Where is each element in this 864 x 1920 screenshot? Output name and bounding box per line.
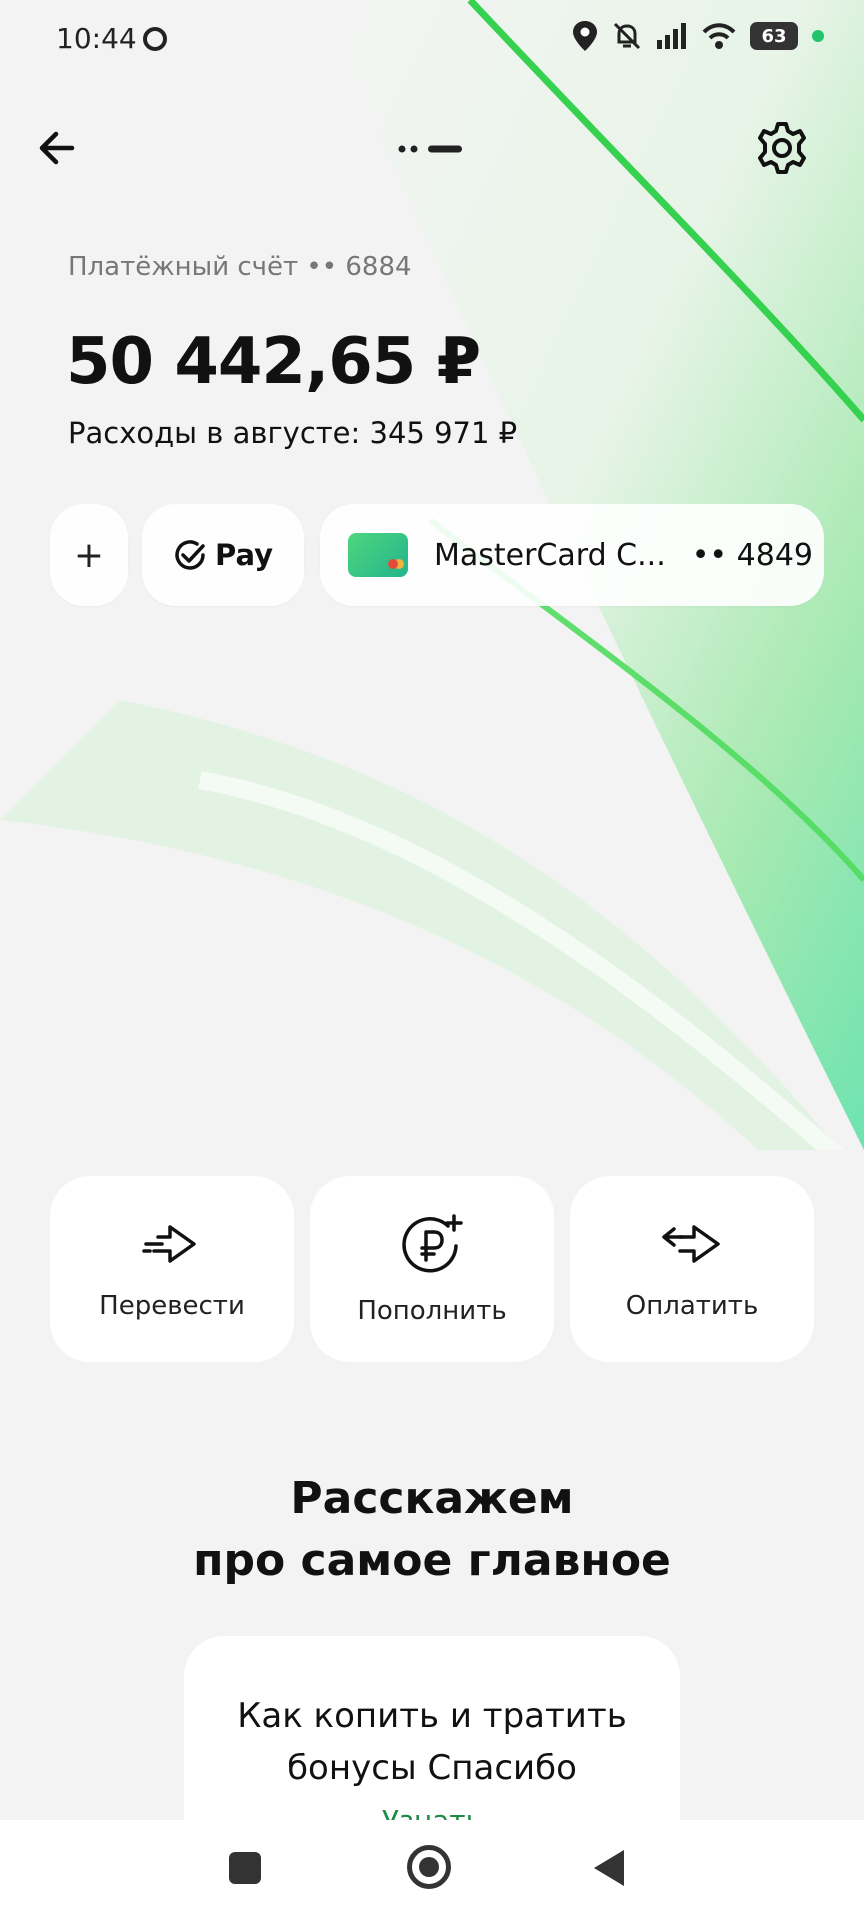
bell-off-icon: [613, 22, 641, 50]
account-label: Платёжный счёт •• 6884: [68, 252, 412, 282]
pay-action-button[interactable]: Оплатить: [570, 1176, 814, 1362]
location-icon: [573, 21, 597, 51]
card-name: MasterCard C...: [434, 537, 666, 573]
add-card-button[interactable]: +: [50, 504, 128, 606]
transfer-button[interactable]: Перевести: [50, 1176, 294, 1362]
wifi-icon: [702, 23, 736, 49]
topup-button[interactable]: Пополнить: [310, 1176, 554, 1362]
section-title: Расскажем про самое главное: [0, 1468, 864, 1592]
recent-apps-icon[interactable]: [229, 1852, 261, 1884]
privacy-indicator: [812, 30, 824, 42]
account-balance: 50 442,65 ₽: [66, 325, 481, 399]
status-time: 10:44: [56, 22, 137, 55]
masked-title-icon: [398, 145, 462, 153]
background-waves: [0, 0, 864, 1920]
signal-icon: [657, 23, 686, 49]
pay-action-label: Оплатить: [625, 1291, 759, 1321]
arrow-left-icon: [39, 131, 75, 165]
pay-label: Pay: [214, 538, 274, 572]
plus-icon: +: [73, 534, 105, 576]
card-number: •• 4849: [691, 537, 814, 573]
status-icons: 63: [572, 20, 824, 52]
gear-icon: [758, 122, 806, 174]
transfer-arrow-icon: [142, 1225, 196, 1263]
topup-label: Пополнить: [357, 1296, 507, 1326]
monthly-expenses[interactable]: Расходы в августе: 345 971 ₽: [68, 416, 517, 450]
promo-line2: бонусы Спасибо: [287, 1748, 577, 1788]
section-title-line1: Расскажем: [290, 1473, 574, 1524]
back-button[interactable]: [34, 122, 86, 174]
card-thumbnail-icon: [348, 533, 408, 577]
check-circle-icon: [175, 540, 205, 570]
ruble-plus-icon: [402, 1214, 463, 1273]
exchange-arrows-icon: [662, 1225, 720, 1263]
promo-line1: Как копить и тратить: [237, 1696, 627, 1736]
section-title-line2: про самое главное: [193, 1535, 671, 1586]
home-icon[interactable]: [407, 1845, 451, 1889]
card-chip[interactable]: MasterCard C... •• 4849: [320, 504, 824, 606]
settings-button[interactable]: [754, 120, 810, 176]
nav-back-icon[interactable]: [594, 1850, 624, 1886]
transfer-label: Перевести: [99, 1291, 245, 1321]
battery-icon: 63: [750, 22, 798, 50]
pay-button[interactable]: Pay: [142, 504, 304, 606]
chat-icon: [143, 27, 167, 51]
system-nav-bar: [0, 1820, 864, 1920]
